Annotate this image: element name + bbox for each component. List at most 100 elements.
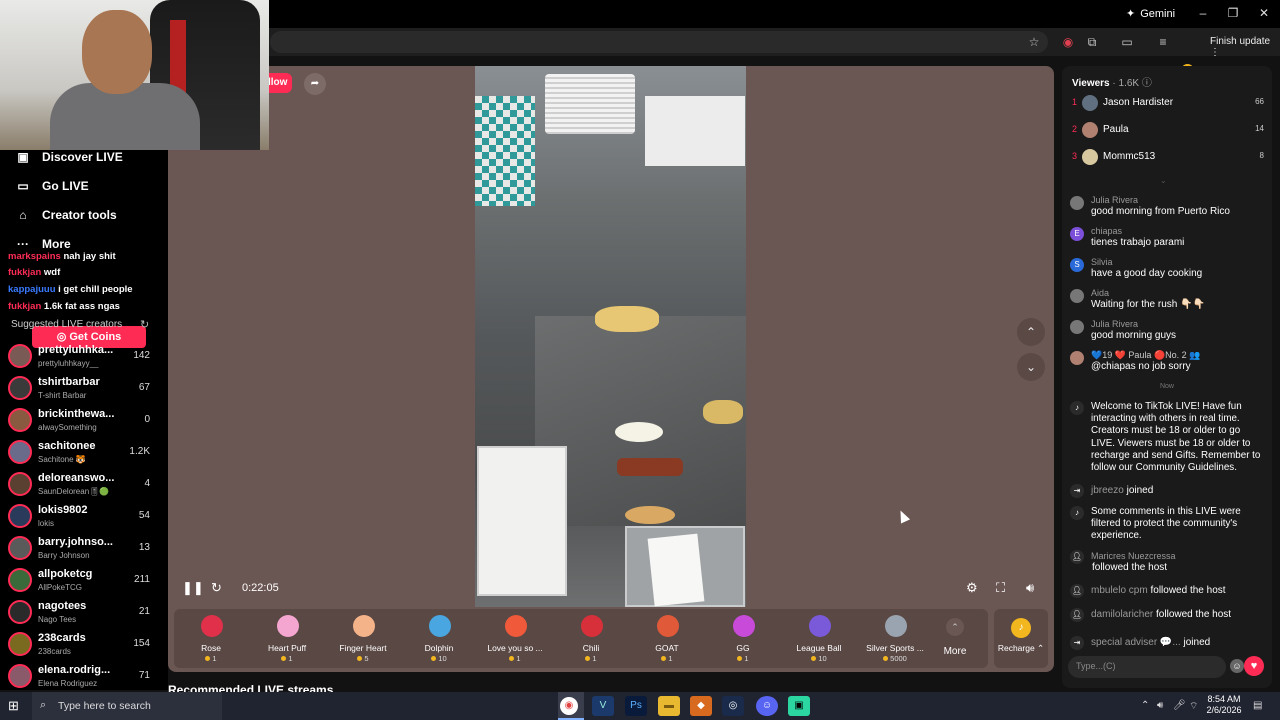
gift-item[interactable]: Rose 1 — [174, 609, 248, 668]
streamer — [50, 8, 200, 150]
volume-icon[interactable]: 🔊︎ — [1026, 580, 1034, 596]
event-user[interactable]: mbulelo cpm — [1091, 585, 1148, 596]
pause-icon[interactable]: ❚❚ — [182, 580, 204, 596]
event-user[interactable]: Maricres Nuezcressa — [1091, 551, 1176, 561]
creator-row[interactable]: barry.johnso... Barry Johnson 13 — [8, 534, 160, 564]
gift-item[interactable]: Finger Heart 5 — [326, 609, 400, 668]
chevron-down-icon[interactable]: ⌄ — [1160, 176, 1167, 185]
chevron-up-icon: ⌃ — [946, 618, 964, 636]
gift-item[interactable]: Dolphin 10 — [402, 609, 476, 668]
avatar — [8, 632, 32, 656]
top-viewer-row[interactable]: 1 Jason Hardister 66 — [1072, 94, 1264, 114]
star-icon[interactable]: ☆ — [1027, 35, 1041, 49]
refresh-stream-icon[interactable]: ↻ — [211, 580, 222, 596]
address-field[interactable] — [270, 31, 1048, 53]
playlist-icon[interactable]: ≡ — [1156, 35, 1170, 49]
more-gifts-button[interactable]: ⌃ More — [940, 618, 970, 657]
microphone-icon[interactable]: 🎤︎ — [1173, 700, 1186, 711]
refresh-icon[interactable]: ↻ — [140, 318, 149, 331]
creator-row[interactable]: 238cards 238cards 154 — [8, 630, 160, 660]
top-viewer-row[interactable]: 2 Paula 14 — [1072, 121, 1264, 141]
plate-stack — [545, 74, 635, 134]
photoshop-icon[interactable]: Ps — [625, 696, 647, 716]
chat-author[interactable]: chiapas — [1091, 226, 1122, 236]
chat-author[interactable]: Julia Rivera — [1091, 195, 1138, 205]
notification-icon[interactable]: ▤ — [1253, 700, 1262, 711]
discord-icon[interactable]: ☺ — [756, 696, 778, 716]
avatar — [1070, 320, 1084, 334]
gift-item[interactable]: League Ball 10 — [782, 609, 856, 668]
filter-text: Some comments in this LIVE were filtered… — [1091, 506, 1241, 542]
creator-row[interactable]: nagotees Nago Tees 21 — [8, 598, 160, 628]
gift-item[interactable]: GOAT 1 — [630, 609, 704, 668]
chat-text: have a good day cooking — [1091, 268, 1203, 279]
extension-icon[interactable]: ◉ — [1061, 35, 1075, 49]
recharge-button[interactable]: ♪ Recharge ⌃ — [994, 609, 1048, 668]
creator-row[interactable]: deloreanswo... SaunDelorean🎚🟢 4 — [8, 470, 160, 500]
like-heart-icon[interactable]: ♥ — [1244, 656, 1264, 676]
viewers-header[interactable]: Viewers · 1.6K ⓘ — [1072, 74, 1152, 89]
next-stream-button[interactable]: ⌄ — [1017, 353, 1045, 381]
wifi-icon[interactable]: ⌔ — [1189, 700, 1198, 713]
gift-item[interactable]: Chili 1 — [554, 609, 628, 668]
windows-start-icon[interactable]: ⊞ — [8, 698, 24, 714]
chat-author[interactable]: 💙19 ❤️ Paula 🔴No. 2 👥 — [1091, 350, 1200, 361]
creator-row[interactable]: tshirtbarbar T-shirt Barbar 67 — [8, 374, 160, 404]
creator-row[interactable]: elena.rodrig... Elena Rodriguez 71 — [8, 662, 160, 692]
takeout-container — [477, 446, 567, 596]
follow-button[interactable]: llow — [266, 73, 292, 93]
nav-go-live[interactable]: ▭ Go LIVE — [16, 179, 88, 193]
overlay-chat-name: fukkjan — [8, 267, 42, 278]
fullscreen-icon[interactable]: ⛶ — [996, 580, 1005, 596]
steam-icon[interactable]: ◎ — [722, 696, 744, 716]
taskbar-search[interactable]: ⌕ Type here to search — [32, 692, 222, 720]
viewer-count: 21 — [138, 606, 150, 617]
gift-item[interactable]: GG 1 — [706, 609, 780, 668]
creator-row[interactable]: sachitonee Sachitone 🐯 1.2K — [8, 438, 160, 468]
creator-row[interactable]: prettyluhhka... prettyluhhkayy__ 142 — [8, 342, 160, 372]
taskbar-clock[interactable]: 8:54 AM 2/6/2026 — [1203, 694, 1245, 716]
top-viewer-row[interactable]: 3 Mommc513 8 — [1072, 148, 1264, 168]
share-icon[interactable]: ➦ — [304, 73, 326, 95]
app-icon[interactable]: ◆ — [690, 696, 712, 716]
nav-more[interactable]: ··· More — [16, 237, 71, 251]
minimize-icon[interactable]: – — [1193, 6, 1213, 20]
cast-icon[interactable]: ▭ — [1120, 35, 1134, 49]
tiktok-live-studio-icon[interactable]: ▣ — [788, 696, 810, 716]
file-explorer-icon[interactable]: ▬ — [658, 696, 680, 716]
puzzle-icon[interactable]: ⧉ — [1085, 35, 1099, 49]
v-app-icon[interactable]: V — [592, 696, 614, 716]
live-video[interactable] — [475, 66, 746, 607]
restore-icon[interactable]: ❐ — [1223, 6, 1243, 20]
nav-discover-live[interactable]: ▣ Discover LIVE — [16, 150, 122, 164]
prev-stream-button[interactable]: ⌃ — [1017, 318, 1045, 346]
more-label: More — [943, 646, 967, 657]
avatar — [8, 664, 32, 688]
chat-author[interactable]: Aida — [1091, 288, 1109, 298]
chat-author[interactable]: Silvia — [1091, 257, 1113, 267]
chrome-icon[interactable]: ◉ — [560, 697, 578, 715]
gift-item[interactable]: Love you so ... 1 — [478, 609, 552, 668]
viewer-count: 1.2K — [129, 446, 150, 457]
chat-author[interactable]: Julia Rivera — [1091, 319, 1138, 329]
event-user[interactable]: jbreezo — [1091, 485, 1124, 496]
event-line: jbreezo joined — [1091, 485, 1153, 496]
chevron-up-icon[interactable]: ⌃ — [1141, 700, 1149, 711]
gemini-button[interactable]: ✦ Gemini — [1126, 7, 1175, 21]
close-icon[interactable]: ✕ — [1254, 6, 1274, 20]
finish-update-button[interactable]: Finish update ⋮ — [1210, 36, 1280, 58]
gift-item[interactable]: Heart Puff 1 — [250, 609, 324, 668]
creator-row[interactable]: brickinthewa... alwaySomething 0 — [8, 406, 160, 436]
event-user[interactable]: special adviser 💬... — [1091, 637, 1181, 648]
event-user[interactable]: damilolaricher — [1091, 609, 1153, 620]
chat-input[interactable]: Type...(C) — [1068, 656, 1226, 678]
gift-item[interactable]: Silver Sports ... 5000 — [858, 609, 932, 668]
foam-containers — [645, 96, 745, 166]
emoji-icon[interactable]: ☺ — [1230, 659, 1244, 673]
nav-creator-tools[interactable]: ⌂ Creator tools — [16, 208, 116, 222]
volume-icon[interactable]: 🔊︎ — [1157, 700, 1163, 711]
chat-text: good morning guys — [1091, 330, 1177, 341]
creator-row[interactable]: lokis9802 lokis 54 — [8, 502, 160, 532]
settings-icon[interactable]: ⚙ — [966, 580, 978, 596]
creator-row[interactable]: allpoketcg AllPokeTCG 211 — [8, 566, 160, 596]
